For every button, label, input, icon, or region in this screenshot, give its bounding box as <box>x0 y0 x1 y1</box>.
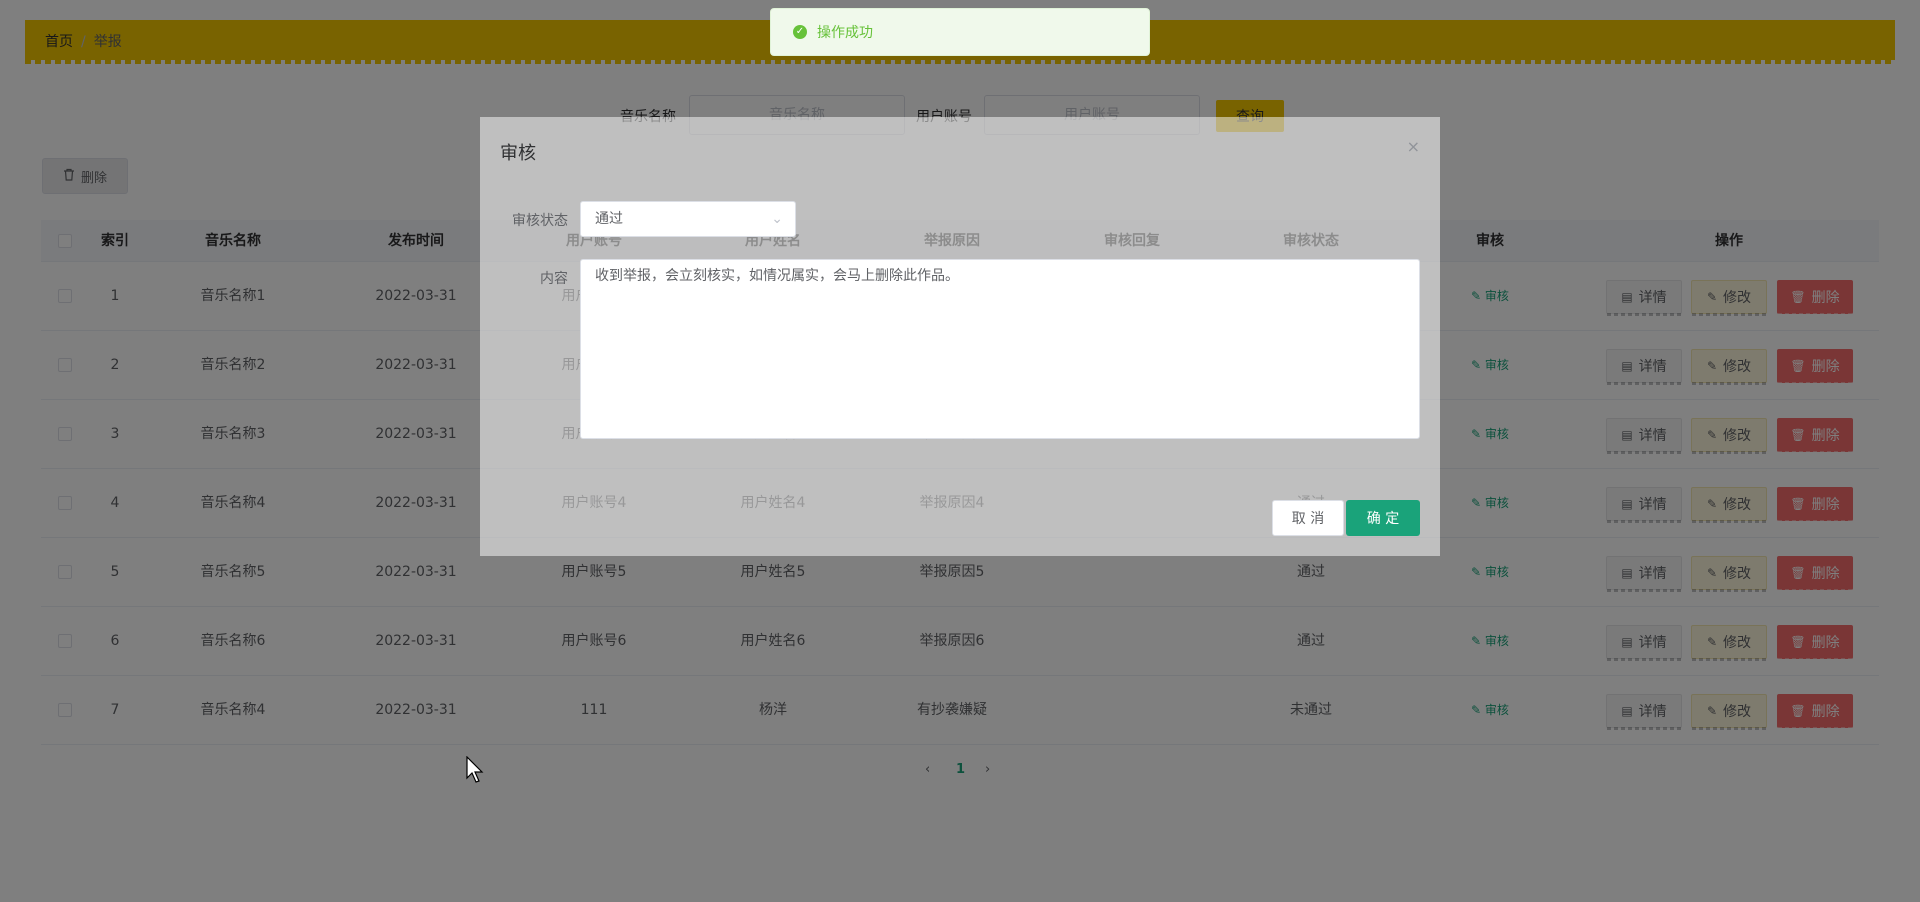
close-icon[interactable]: × <box>1407 137 1420 156</box>
dialog-title: 审核 <box>500 143 536 164</box>
chevron-down-icon: ⌄ <box>771 211 783 227</box>
confirm-button[interactable]: 确 定 <box>1346 500 1420 536</box>
check-circle-icon: ✓ <box>793 25 807 39</box>
status-select-value: 通过 <box>595 211 623 227</box>
content-label: 内容 <box>540 271 568 287</box>
content-textarea[interactable]: 收到举报，会立刻核实，如情况属实，会马上删除此作品。 <box>580 259 1420 439</box>
mouse-cursor-icon <box>466 756 484 783</box>
audit-dialog: 审核 × 审核状态 通过 ⌄ 内容 收到举报，会立刻核实，如情况属实，会马上删除… <box>480 117 1440 556</box>
status-select[interactable]: 通过 ⌄ <box>580 201 796 237</box>
toast-message: 操作成功 <box>817 25 873 41</box>
success-toast: ✓ 操作成功 <box>770 8 1150 56</box>
status-label: 审核状态 <box>512 213 568 229</box>
cancel-button[interactable]: 取 消 <box>1272 500 1344 536</box>
